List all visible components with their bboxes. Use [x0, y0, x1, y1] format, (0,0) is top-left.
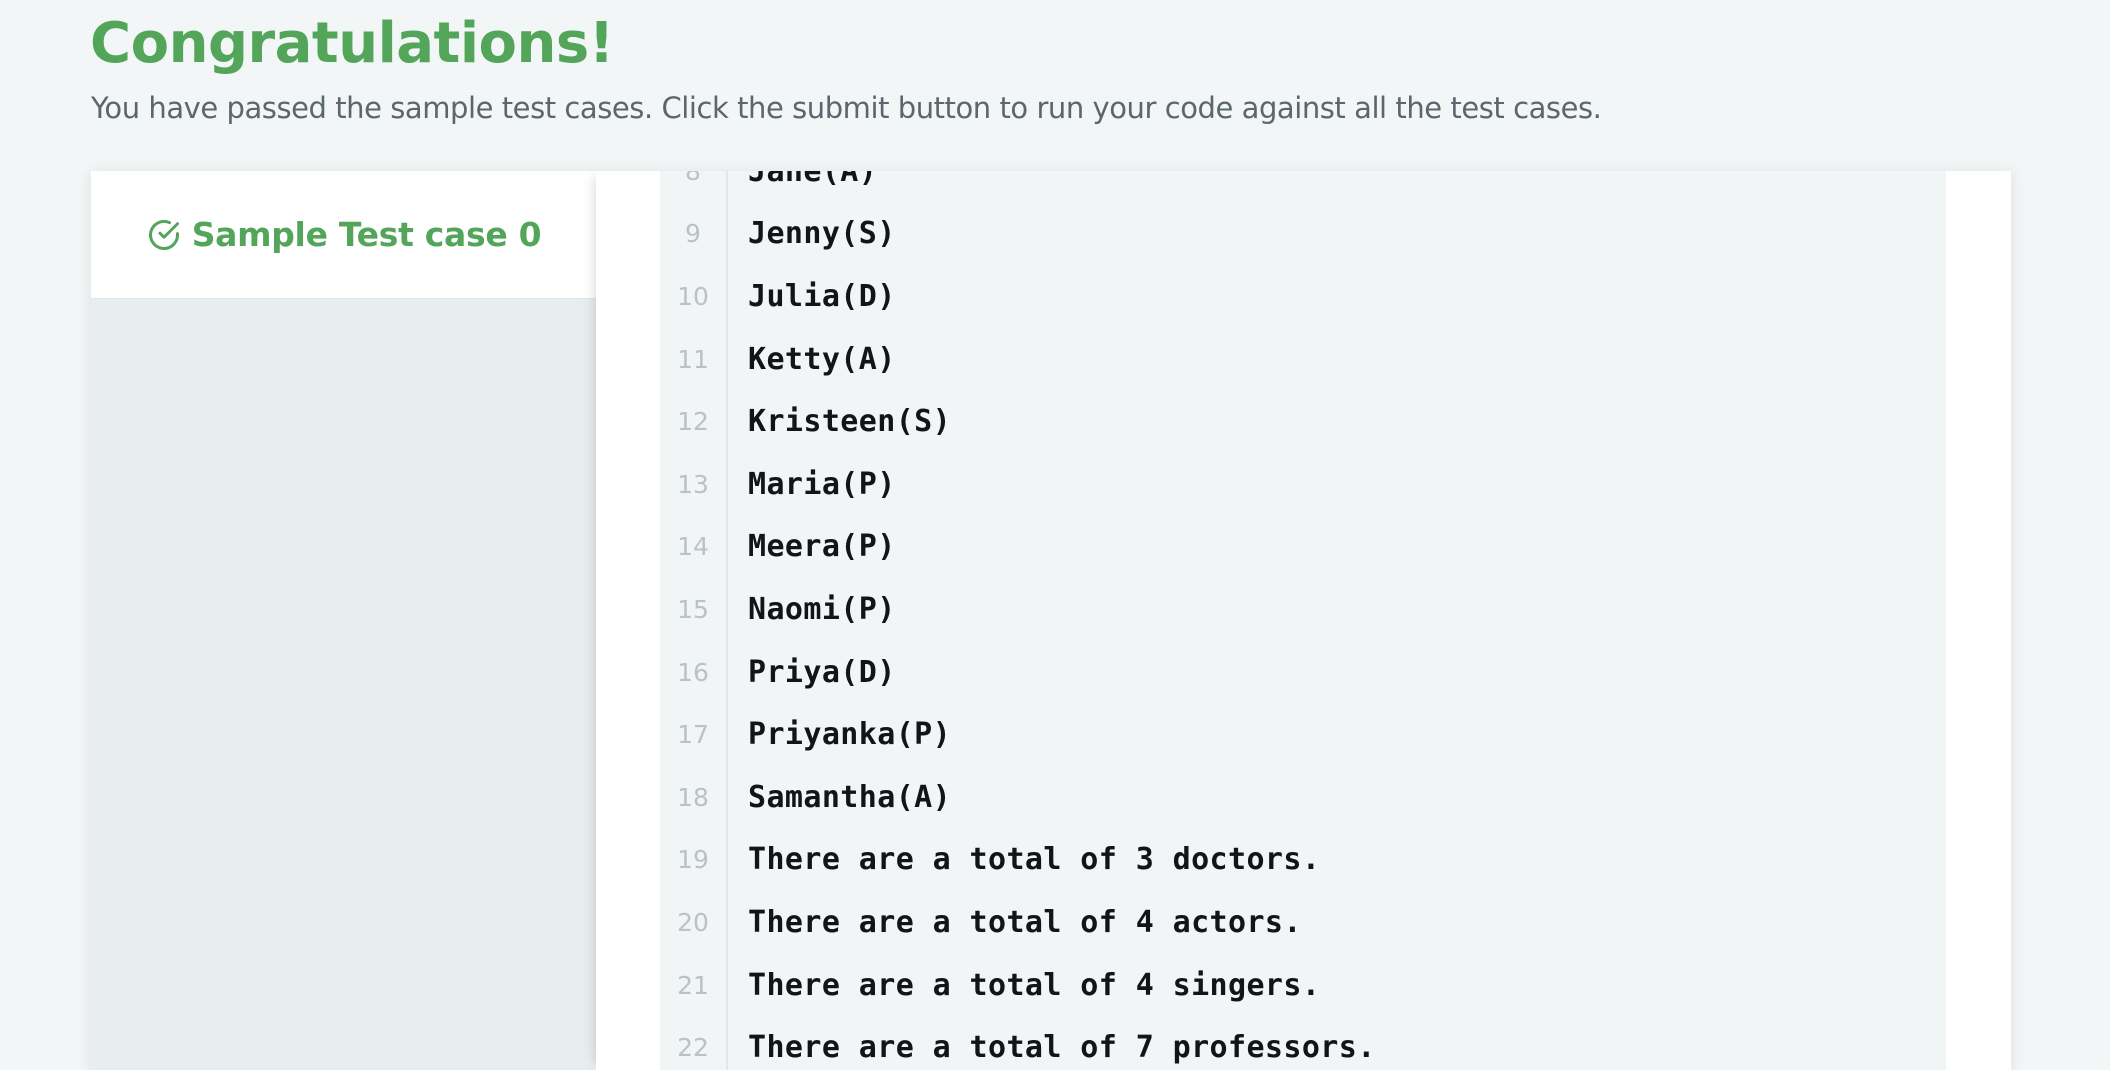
line-text: Priya(D) [748, 654, 896, 690]
test-results-panel: Sample Test case 0 8 Jane(A) 9 Jenny(S) … [91, 171, 2011, 1070]
output-lines: 8 Jane(A) 9 Jenny(S) 10 Julia(D) 11 Kett… [660, 171, 1946, 1070]
code-line: 14 Meera(P) [660, 516, 1946, 579]
line-number: 10 [677, 281, 709, 311]
line-number: 8 [685, 171, 701, 186]
page-title: Congratulations! [90, 11, 614, 76]
code-line: 17 Priyanka(P) [660, 703, 1946, 766]
line-number: 22 [677, 1033, 709, 1063]
line-text: Priyanka(P) [748, 717, 952, 753]
line-text: Jenny(S) [748, 216, 896, 252]
code-line: 16 Priya(D) [660, 641, 1946, 704]
code-line: 12 Kristeen(S) [660, 390, 1946, 453]
line-text: Samantha(A) [748, 779, 952, 815]
line-text: There are a total of 7 professors. [748, 1030, 1376, 1066]
code-line: 11 Ketty(A) [660, 328, 1946, 391]
line-text: There are a total of 3 doctors. [748, 842, 1321, 878]
output-code-block[interactable]: 8 Jane(A) 9 Jenny(S) 10 Julia(D) 11 Kett… [660, 171, 1946, 1070]
line-text: Kristeen(S) [748, 404, 952, 440]
code-line: 19 There are a total of 3 doctors. [660, 829, 1946, 892]
line-number: 11 [677, 344, 709, 374]
tab-label: Sample Test case 0 [191, 215, 542, 254]
line-number: 18 [677, 782, 709, 812]
code-line: 18 Samantha(A) [660, 766, 1946, 829]
line-text: There are a total of 4 singers. [748, 967, 1321, 1003]
code-line: 21 There are a total of 4 singers. [660, 954, 1946, 1017]
code-line: 8 Jane(A) [660, 171, 1946, 203]
line-number: 17 [677, 720, 709, 750]
line-number: 16 [677, 657, 709, 687]
line-number: 9 [685, 219, 701, 249]
code-line: 9 Jenny(S) [660, 203, 1946, 266]
line-number: 21 [677, 970, 709, 1000]
test-case-content: 8 Jane(A) 9 Jenny(S) 10 Julia(D) 11 Kett… [596, 171, 2011, 1070]
code-line: 10 Julia(D) [660, 265, 1946, 328]
tab-sample-test-case-0[interactable]: Sample Test case 0 [91, 171, 596, 299]
check-circle-icon [148, 219, 179, 250]
code-line: 22 There are a total of 7 professors. [660, 1016, 1946, 1070]
line-number: 14 [677, 532, 709, 562]
line-text: Maria(P) [748, 466, 896, 502]
code-line: 15 Naomi(P) [660, 578, 1946, 641]
line-text: Julia(D) [748, 278, 896, 314]
line-number: 19 [677, 845, 709, 875]
line-text: Naomi(P) [748, 591, 896, 627]
code-line: 13 Maria(P) [660, 453, 1946, 516]
line-number: 20 [677, 907, 709, 937]
line-number: 15 [677, 594, 709, 624]
line-text: Jane(A) [748, 171, 878, 189]
line-number: 13 [677, 469, 709, 499]
page-subtitle: You have passed the sample test cases. C… [91, 91, 1602, 125]
test-case-tabs: Sample Test case 0 [91, 171, 596, 1070]
code-line: 20 There are a total of 4 actors. [660, 891, 1946, 954]
line-number: 12 [677, 407, 709, 437]
line-text: Ketty(A) [748, 341, 896, 377]
line-text: There are a total of 4 actors. [748, 904, 1302, 940]
line-text: Meera(P) [748, 529, 896, 565]
